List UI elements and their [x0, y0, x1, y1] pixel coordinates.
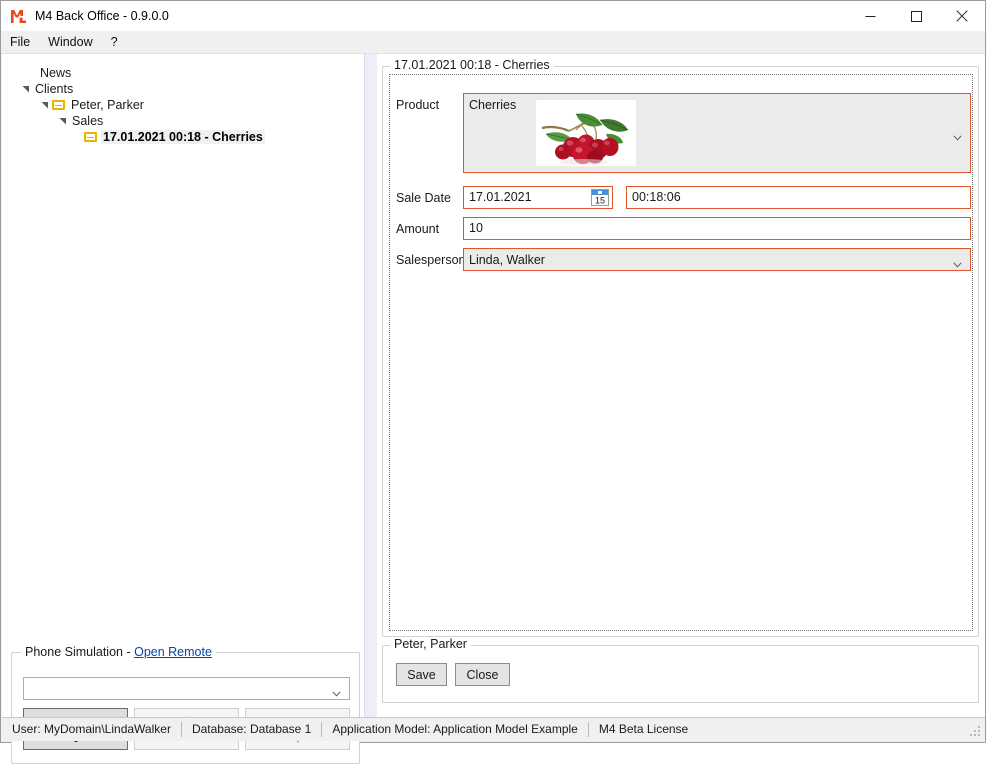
product-image: [536, 100, 636, 166]
chevron-down-icon: [953, 257, 962, 268]
sale-date-label: Sale Date: [396, 191, 451, 205]
sale-detail-legend: 17.01.2021 00:18 - Cherries: [390, 58, 554, 72]
status-application-model: Application Model: Application Model Exa…: [322, 722, 589, 737]
sale-time-value: 00:18:06: [632, 190, 681, 204]
tree-item-label: Peter, Parker: [71, 98, 144, 112]
product-label: Product: [396, 98, 440, 112]
tree-item-label: 17.01.2021 00:18 - Cherries: [101, 130, 265, 144]
tree-item-sales[interactable]: Sales: [2, 113, 364, 129]
sale-time-input[interactable]: 00:18:06: [626, 186, 971, 209]
status-user: User: MyDomain\LindaWalker: [2, 722, 182, 737]
svg-text:15: 15: [595, 196, 605, 206]
collapse-arrow-icon[interactable]: [19, 81, 33, 97]
tree-item-sale-record[interactable]: 17.01.2021 00:18 - Cherries: [2, 129, 364, 145]
navigation-tree: News Clients Peter, Parker Sales 17.01.2…: [2, 65, 364, 145]
sale-date-value: 17.01.2021: [469, 190, 532, 204]
collapse-arrow-icon[interactable]: [56, 113, 70, 129]
menu-item-window[interactable]: Window: [39, 32, 101, 52]
salesperson-select[interactable]: Linda, Walker: [463, 248, 971, 271]
phone-simulation-legend: Phone Simulation - Open Remote: [21, 645, 216, 659]
record-action-legend: Peter, Parker: [390, 637, 471, 651]
menu-item-help[interactable]: ?: [102, 32, 127, 52]
tree-item-news[interactable]: News: [2, 65, 364, 81]
phone-simulation-group: Phone Simulation - Open Remote: [11, 645, 360, 764]
tree-item-label: Sales: [72, 114, 104, 128]
collapse-arrow-icon[interactable]: [38, 97, 52, 113]
chevron-down-icon: [332, 686, 341, 697]
product-value: Cherries: [469, 98, 517, 112]
detail-pane: 17.01.2021 00:18 - Cherries Product Cher…: [377, 54, 985, 719]
sale-form-panel: Product Cherries Sale Date 17.01.2021 15…: [389, 74, 973, 631]
close-button-form[interactable]: Close: [455, 663, 510, 686]
chevron-down-icon: [953, 130, 962, 141]
navigation-pane: News Clients Peter, Parker Sales 17.01.2…: [2, 54, 364, 764]
phone-simulation-title: Phone Simulation -: [25, 645, 135, 659]
tree-item-clients[interactable]: Clients: [2, 81, 364, 97]
phone-line-select[interactable]: [23, 677, 350, 700]
resize-grip[interactable]: [969, 725, 982, 738]
salesperson-label: Salesperson: [396, 253, 466, 267]
sale-date-input[interactable]: 17.01.2021 15: [463, 186, 613, 209]
status-bar: User: MyDomain\LindaWalker Database: Dat…: [2, 717, 985, 741]
amount-label: Amount: [396, 222, 440, 236]
sale-detail-group: 17.01.2021 00:18 - Cherries Product Cher…: [382, 58, 979, 637]
menu-item-file[interactable]: File: [1, 32, 39, 52]
application-window: M4 Back Office - 0.9.0.0 File Window ? N…: [0, 0, 986, 764]
window-controls: [847, 1, 985, 31]
tree-item-label: News: [40, 66, 72, 80]
save-button[interactable]: Save: [396, 663, 447, 686]
maximize-button[interactable]: [893, 1, 939, 31]
status-database: Database: Database 1: [182, 722, 323, 737]
close-button[interactable]: [939, 1, 985, 31]
menu-bar: File Window ?: [1, 31, 985, 54]
amount-input[interactable]: 10: [463, 217, 971, 240]
salesperson-value: Linda, Walker: [469, 253, 545, 267]
tree-item-peter-parker[interactable]: Peter, Parker: [2, 97, 364, 113]
calendar-icon[interactable]: 15: [591, 189, 609, 206]
open-remote-link[interactable]: Open Remote: [134, 645, 212, 659]
minimize-button[interactable]: [847, 1, 893, 31]
sale-card-icon: [84, 132, 97, 142]
status-license: M4 Beta License: [598, 722, 689, 736]
product-select[interactable]: Cherries: [463, 93, 971, 173]
pane-splitter[interactable]: [364, 54, 378, 719]
window-title: M4 Back Office - 0.9.0.0: [35, 9, 169, 23]
record-action-group: Peter, Parker Save Close: [382, 637, 979, 703]
tree-item-label: Clients: [35, 82, 74, 96]
amount-value: 10: [469, 221, 483, 235]
title-bar: M4 Back Office - 0.9.0.0: [1, 1, 985, 31]
app-logo-icon: [10, 8, 27, 25]
client-card-icon: [52, 100, 65, 110]
